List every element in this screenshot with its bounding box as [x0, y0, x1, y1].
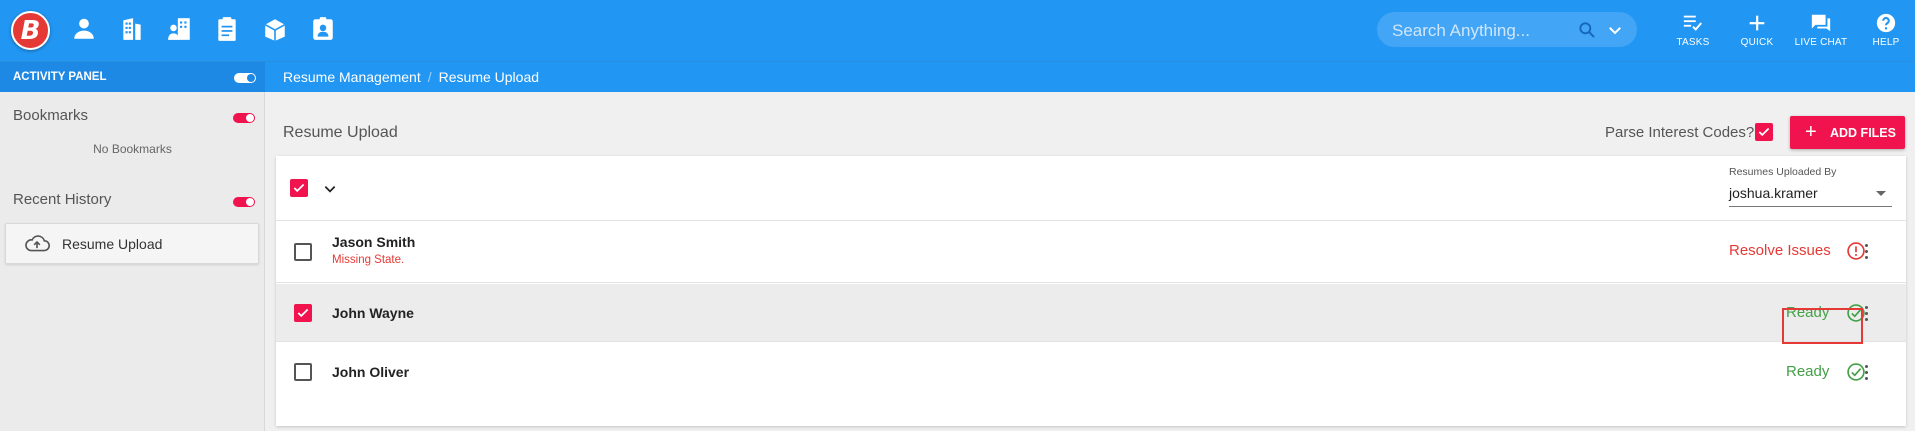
recent-item-label: Resume Upload: [62, 236, 163, 252]
error-icon: [1847, 242, 1865, 260]
check-icon: [1758, 127, 1770, 137]
page-title: Resume Upload: [283, 124, 398, 141]
help-label: HELP: [1872, 37, 1900, 48]
candidate-name: John Wayne: [332, 305, 414, 321]
row-checkbox[interactable]: [294, 304, 312, 322]
search-icon[interactable]: [1577, 20, 1597, 40]
resume-row[interactable]: John Oliver Ready: [276, 343, 1906, 401]
bookmarks-heading: Bookmarks: [13, 107, 89, 124]
dropdown-arrow-icon: [1876, 191, 1886, 196]
badge-icon[interactable]: [308, 14, 338, 44]
live-chat-button[interactable]: LIVE CHAT: [1791, 12, 1851, 54]
building-icon[interactable]: [117, 14, 147, 44]
tasks-label: TASKS: [1676, 37, 1710, 48]
resume-list-card: Resumes Uploaded By joshua.kramer Jason …: [276, 156, 1906, 426]
parse-interest-codes-label: Parse Interest Codes?: [1605, 124, 1755, 141]
quick-label: QUICK: [1740, 37, 1774, 48]
cloud-upload-icon: [25, 235, 50, 252]
search-input[interactable]: Search Anything...: [1392, 21, 1530, 41]
activity-panel-toggle[interactable]: [234, 73, 256, 83]
parse-interest-codes-checkbox[interactable]: [1755, 123, 1773, 141]
recent-history-heading: Recent History: [13, 191, 112, 208]
plus-icon: [1749, 15, 1765, 31]
focus-highlight-box: [1782, 308, 1863, 344]
row-error-text: Missing State.: [332, 254, 405, 266]
activity-sidebar: Bookmarks No Bookmarks Recent History Re…: [0, 92, 265, 431]
check-circle-icon: [1847, 363, 1865, 381]
breadcrumb: Resume Management / Resume Upload: [283, 69, 539, 85]
tasks-button[interactable]: TASKS: [1663, 12, 1723, 54]
chat-icon: [1811, 14, 1831, 32]
help-icon: [1876, 13, 1896, 33]
tasks-icon: [1683, 15, 1703, 31]
breadcrumb-current: Resume Upload: [438, 69, 540, 85]
row-menu-icon[interactable]: [1865, 306, 1869, 322]
check-icon: [297, 308, 309, 318]
chevron-down-icon[interactable]: [323, 182, 337, 196]
candidate-name: Jason Smith: [332, 234, 416, 250]
no-bookmarks-text: No Bookmarks: [93, 142, 172, 156]
recent-item-resume-upload[interactable]: Resume Upload: [5, 223, 259, 264]
logo-letter: B: [20, 15, 41, 46]
box-icon[interactable]: [260, 14, 290, 44]
uploaded-by-value: joshua.kramer: [1729, 185, 1818, 201]
resume-row[interactable]: Jason Smith Missing State. Resolve Issue…: [276, 221, 1906, 283]
uploaded-by-label: Resumes Uploaded By: [1729, 166, 1837, 178]
chevron-down-icon[interactable]: [1606, 21, 1624, 39]
recent-history-toggle[interactable]: [233, 197, 255, 207]
live-chat-label: LIVE CHAT: [1794, 37, 1848, 48]
top-nav-bar: B Search Anything... TASKS QUICK LIVE CH…: [0, 0, 1915, 61]
search-bar[interactable]: Search Anything...: [1377, 12, 1637, 47]
breadcrumb-separator: /: [427, 69, 432, 85]
person-icon[interactable]: [69, 14, 99, 44]
candidate-name: John Oliver: [332, 364, 410, 380]
resolve-issues-link[interactable]: Resolve Issues: [1729, 242, 1831, 259]
sub-header: ACTIVITY PANEL Resume Management / Resume …: [0, 61, 1915, 93]
activity-panel-title: ACTIVITY PANEL: [13, 71, 107, 83]
row-checkbox[interactable]: [294, 363, 312, 381]
activity-panel-header: ACTIVITY PANEL: [0, 62, 265, 93]
clipboard-icon[interactable]: [212, 14, 242, 44]
resume-row[interactable]: John Wayne Ready: [276, 284, 1906, 342]
add-files-button[interactable]: + ADD FILES: [1790, 116, 1905, 149]
bookmarks-toggle[interactable]: [233, 113, 255, 123]
check-icon: [293, 183, 305, 193]
row-menu-icon[interactable]: [1865, 365, 1869, 381]
app-logo[interactable]: B: [11, 11, 50, 50]
breadcrumb-parent[interactable]: Resume Management: [283, 69, 421, 85]
row-menu-icon[interactable]: [1865, 244, 1869, 260]
select-all-checkbox[interactable]: [290, 179, 308, 197]
quick-button[interactable]: QUICK: [1727, 12, 1787, 54]
add-files-label: ADD FILES: [1830, 126, 1896, 140]
plus-icon: +: [1805, 121, 1817, 143]
company-icon[interactable]: [165, 14, 195, 44]
help-button[interactable]: HELP: [1856, 12, 1915, 54]
uploaded-by-select[interactable]: joshua.kramer: [1729, 185, 1892, 207]
ready-status[interactable]: Ready: [1786, 363, 1829, 380]
row-checkbox[interactable]: [294, 243, 312, 261]
